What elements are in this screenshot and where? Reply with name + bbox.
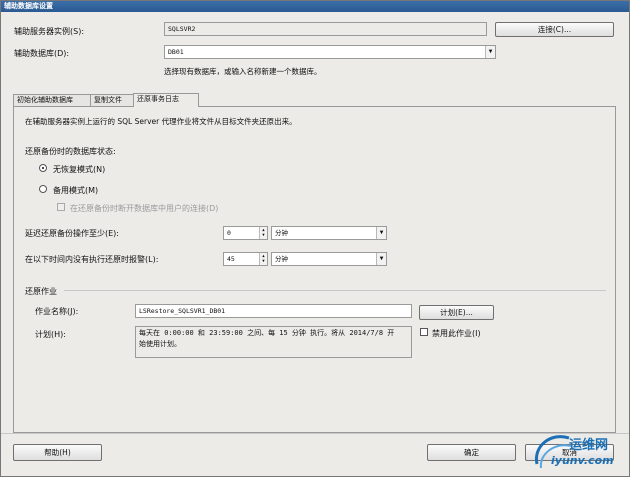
delay-stepper[interactable]: 0 ▲ ▼ bbox=[223, 226, 268, 240]
alert-stepper[interactable]: 45 ▲ ▼ bbox=[223, 252, 268, 266]
standby-radio[interactable] bbox=[39, 185, 47, 193]
chevron-down-icon[interactable]: ▼ bbox=[376, 227, 386, 239]
delay-unit-value: 分钟 bbox=[275, 229, 288, 237]
alert-value: 45 bbox=[227, 255, 235, 263]
no-recovery-label: 无恢复模式(N) bbox=[53, 165, 106, 174]
secondary-db-value: DB01 bbox=[168, 48, 184, 56]
no-recovery-radio[interactable] bbox=[39, 164, 47, 172]
schedule-label: 计划(H): bbox=[35, 330, 66, 339]
alert-unit-value: 分钟 bbox=[275, 255, 288, 263]
watermark-logo: 运维网 iyunv.com bbox=[529, 426, 627, 474]
ok-button[interactable]: 确定 bbox=[427, 444, 516, 461]
schedule-description: 每天在 0:00:00 和 23:59:00 之间、每 15 分钟 执行。将从 … bbox=[135, 326, 412, 358]
job-name-label: 作业名称(J): bbox=[35, 307, 79, 316]
restore-tab-panel: 在辅助服务器实例上运行的 SQL Server 代理作业将文件从目标文件夹还原出… bbox=[13, 106, 616, 433]
db-state-label: 还原备份时的数据库状态: bbox=[25, 147, 116, 156]
standby-label: 备用模式(M) bbox=[53, 186, 99, 195]
secondary-db-select[interactable]: DB01 ▼ bbox=[164, 45, 496, 59]
restore-description: 在辅助服务器实例上运行的 SQL Server 代理作业将文件从目标文件夹还原出… bbox=[25, 117, 297, 126]
tab-copy-files[interactable]: 复制文件 bbox=[90, 94, 134, 106]
secondary-db-label: 辅助数据库(D): bbox=[14, 49, 70, 58]
disconnect-users-checkbox[interactable] bbox=[57, 203, 65, 211]
chevron-down-icon[interactable]: ▼ bbox=[485, 46, 495, 58]
tab-restore-log[interactable]: 还原事务日志 bbox=[133, 93, 199, 107]
watermark-url: iyunv.com bbox=[551, 454, 614, 467]
connect-button[interactable]: 连接(C)... bbox=[495, 22, 614, 37]
group-divider bbox=[64, 290, 606, 291]
spin-arrows-icon[interactable]: ▲ ▼ bbox=[259, 227, 267, 239]
spin-arrows-icon[interactable]: ▲ ▼ bbox=[259, 253, 267, 265]
window-title: 辅助数据库设置 bbox=[1, 1, 629, 12]
tab-initialize[interactable]: 初始化辅助数据库 bbox=[13, 94, 91, 106]
alert-unit-select[interactable]: 分钟 ▼ bbox=[271, 252, 387, 266]
delay-value: 0 bbox=[227, 229, 231, 237]
dialog-window: 辅助数据库设置 辅助服务器实例(S): SQLSVR2 连接(C)... 辅助数… bbox=[0, 0, 630, 477]
secondary-instance-label: 辅助服务器实例(S): bbox=[14, 27, 85, 36]
disable-job-label: 禁用此作业(I) bbox=[432, 329, 481, 338]
watermark-brand: 运维网 bbox=[569, 438, 609, 453]
alert-label: 在以下时间内没有执行还原时报警(L): bbox=[25, 255, 159, 264]
schedule-button[interactable]: 计划(E)... bbox=[419, 305, 494, 320]
schedule-line-2: 始使用计划。 bbox=[139, 340, 181, 348]
disable-job-checkbox[interactable] bbox=[420, 328, 428, 336]
chevron-down-icon[interactable]: ▼ bbox=[376, 253, 386, 265]
restore-job-group-label: 还原作业 bbox=[25, 287, 57, 296]
secondary-instance-field[interactable]: SQLSVR2 bbox=[164, 22, 487, 36]
disconnect-users-label: 在还原备份时断开数据库中用户的连接(D) bbox=[70, 204, 219, 213]
job-name-field[interactable]: LSRestore_SQLSVR1_DB01 bbox=[135, 304, 412, 318]
delay-unit-select[interactable]: 分钟 ▼ bbox=[271, 226, 387, 240]
schedule-line-1: 每天在 0:00:00 和 23:59:00 之间、每 15 分钟 执行。将从 … bbox=[139, 329, 395, 337]
delay-label: 延迟还原备份操作至少(E): bbox=[25, 229, 119, 238]
secondary-db-hint: 选择现有数据库，或输入名称新建一个数据库。 bbox=[164, 67, 322, 76]
help-button[interactable]: 帮助(H) bbox=[13, 444, 102, 461]
